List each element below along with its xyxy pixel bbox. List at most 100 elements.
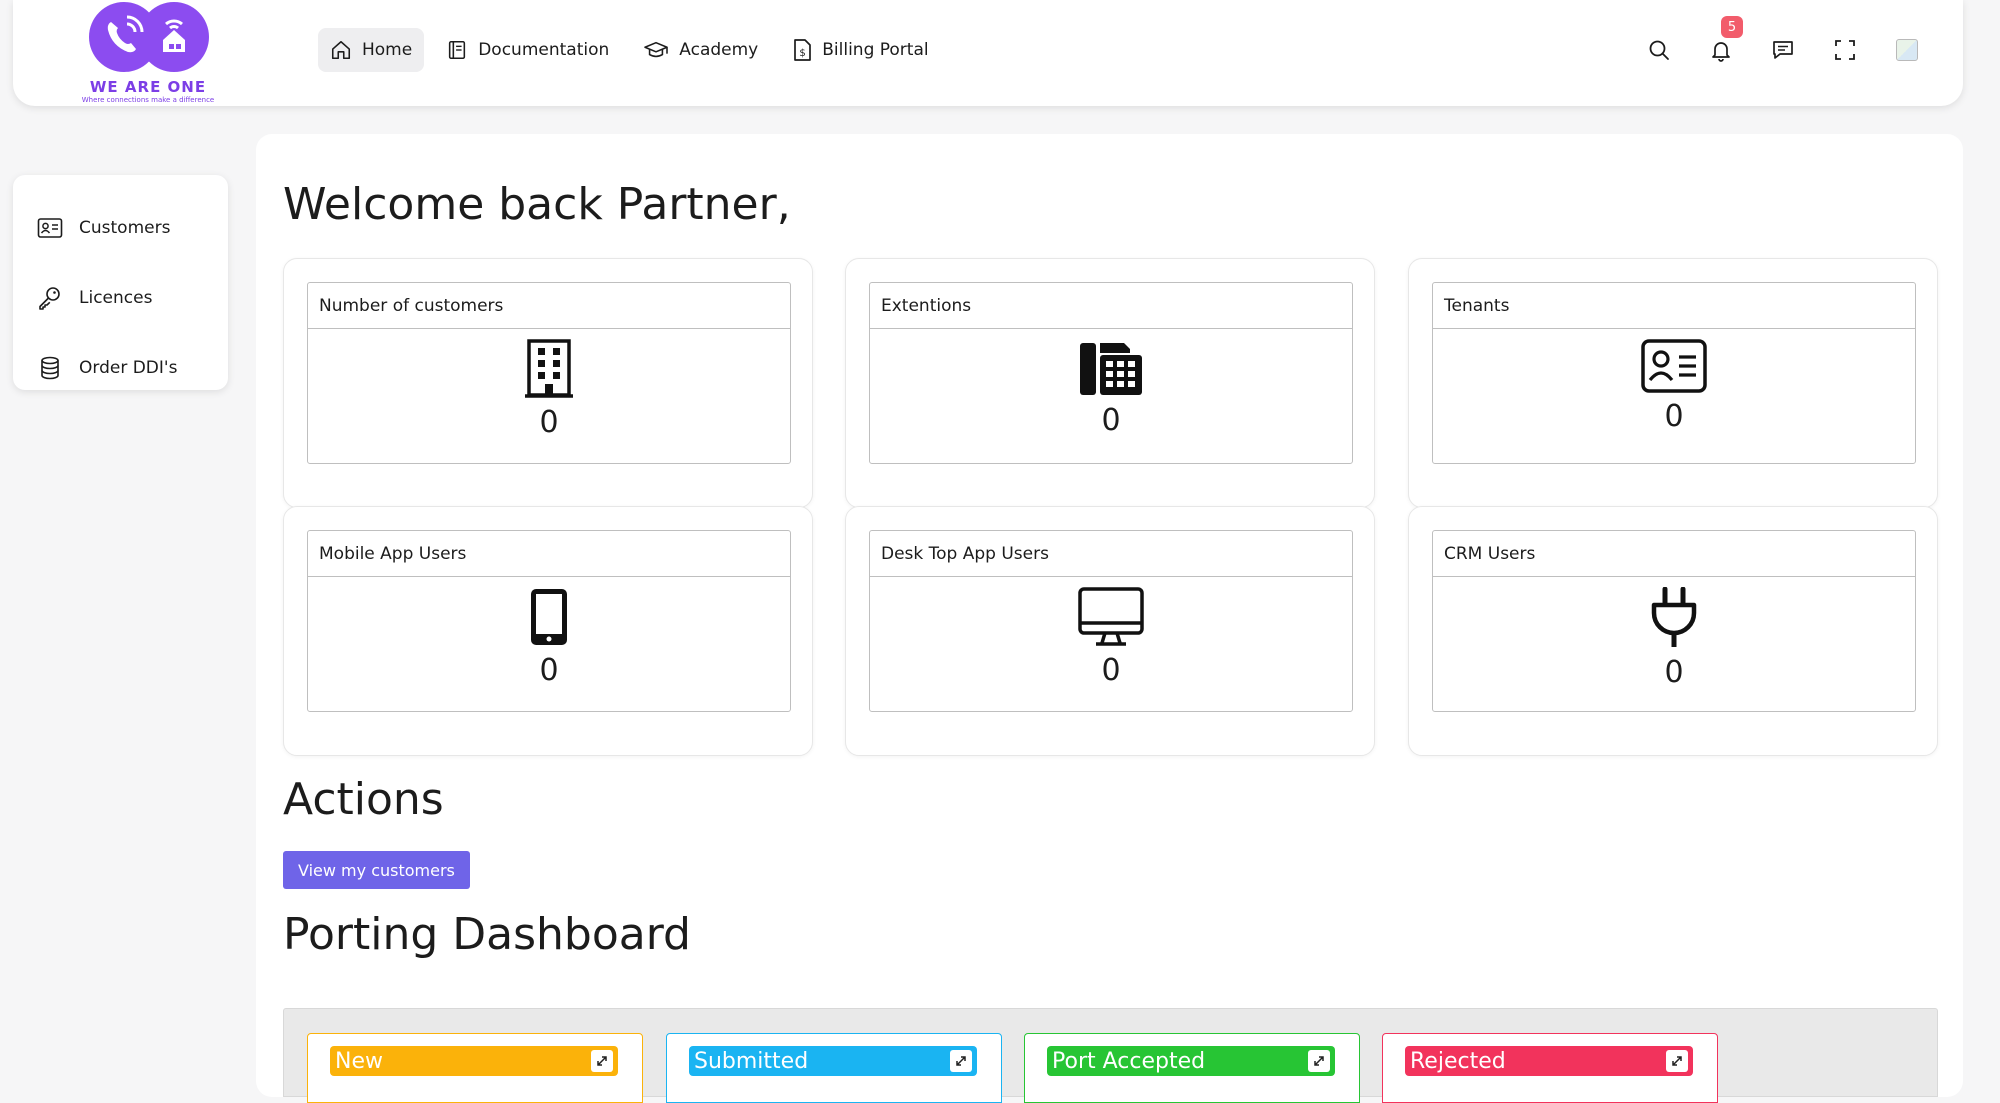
porting-column-label: Submitted (694, 1048, 809, 1074)
home-icon (331, 40, 351, 60)
expand-icon (956, 1056, 966, 1066)
expand-column-button[interactable] (1308, 1050, 1330, 1072)
stat-card-mobile-app-users: Mobile App Users 0 (283, 506, 813, 756)
expand-column-button[interactable] (950, 1050, 972, 1072)
stat-card-inner: Desk Top App Users 0 (869, 530, 1353, 712)
messages-button[interactable] (1767, 30, 1799, 70)
view-my-customers-button[interactable]: View my customers (283, 851, 470, 889)
sidebar-item-customers[interactable]: Customers (13, 193, 228, 263)
desktop-icon (1078, 587, 1144, 646)
porting-column-label: Port Accepted (1052, 1048, 1206, 1074)
porting-column-new: New (307, 1033, 643, 1103)
stat-card-desktop-app-users: Desk Top App Users 0 (845, 506, 1375, 756)
stat-card-value: 0 (539, 653, 559, 688)
sidebar-item-label: Customers (79, 218, 171, 238)
svg-text:$: $ (800, 48, 806, 59)
search-icon (1649, 40, 1669, 60)
chat-icon (1773, 41, 1793, 59)
page-title: Welcome back Partner, (283, 179, 791, 230)
porting-board: New Submitted Port Accepted Rejected (283, 1008, 1938, 1103)
stat-card-crm-users: CRM Users 0 (1408, 506, 1938, 756)
database-icon (41, 356, 59, 380)
expand-icon (597, 1056, 607, 1066)
porting-column-label: New (335, 1048, 383, 1074)
stat-card-body: 0 (308, 329, 790, 440)
expand-icon (1314, 1056, 1324, 1066)
actions-title: Actions (283, 774, 444, 825)
stat-card-title: Tenants (1433, 283, 1915, 329)
nav-documentation-label: Documentation (478, 40, 610, 60)
porting-column-submitted: Submitted (666, 1033, 1002, 1103)
phone-icon (531, 589, 567, 645)
sidebar-item-label: Order DDI's (79, 358, 178, 378)
user-avatar-button[interactable] (1891, 30, 1923, 70)
brand-name: WE ARE ONE (89, 78, 207, 96)
porting-column-header: Rejected (1405, 1046, 1693, 1076)
stat-card-inner: Mobile App Users 0 (307, 530, 791, 712)
avatar (1896, 39, 1918, 61)
stat-card-value: 0 (539, 405, 559, 440)
fullscreen-button[interactable] (1829, 30, 1861, 70)
book-icon (449, 40, 466, 60)
stat-card-body: 0 (1433, 329, 1915, 434)
fax-icon (1080, 343, 1142, 395)
building-icon (525, 339, 573, 398)
sidebar-item-licences[interactable]: Licences (13, 263, 228, 333)
stat-card-inner: Number of customers 0 (307, 282, 791, 464)
stat-card-title: Number of customers (308, 283, 790, 329)
stat-card-body: 0 (1433, 577, 1915, 690)
id-card-icon (1641, 339, 1707, 393)
stat-card-value: 0 (1101, 653, 1121, 688)
expand-icon (1672, 1056, 1682, 1066)
main-content: Welcome back Partner, Number of customer… (256, 134, 1963, 1103)
search-button[interactable] (1643, 30, 1675, 70)
porting-column-header: New (330, 1046, 618, 1076)
sidebar-item-order-ddis[interactable]: Order DDI's (13, 333, 228, 403)
notifications-button[interactable]: 5 (1705, 16, 1743, 70)
nav-home-label: Home (362, 40, 413, 60)
sidebar-item-label: Licences (79, 288, 153, 308)
brand-tagline: Where connections make a difference (81, 96, 215, 104)
top-navbar: WE ARE ONE Where connections make a diff… (13, 0, 1963, 106)
stat-card-inner: Extentions 0 (869, 282, 1353, 464)
plug-icon (1651, 587, 1697, 647)
stat-card-tenants: Tenants 0 (1408, 258, 1938, 508)
stat-card-title: CRM Users (1433, 531, 1915, 577)
nav-billing-portal-label: Billing Portal (822, 40, 929, 60)
nav-documentation[interactable]: Documentation (434, 28, 621, 72)
key-icon (39, 287, 60, 310)
stat-card-body: 0 (870, 577, 1352, 688)
stat-card-inner: Tenants 0 (1432, 282, 1916, 464)
stat-card-value: 0 (1101, 403, 1121, 438)
stat-card-value: 0 (1664, 655, 1684, 690)
logo-mark (89, 2, 209, 72)
invoice-icon: $ (794, 39, 812, 61)
sidebar: Customers Licences Order DDI's (13, 175, 228, 390)
stat-card-title: Mobile App Users (308, 531, 790, 577)
id-card-icon (37, 218, 63, 238)
stat-card-inner: CRM Users 0 (1432, 530, 1916, 712)
porting-column-rejected: Rejected (1382, 1033, 1718, 1103)
notifications-badge: 5 (1721, 16, 1743, 38)
porting-column-label: Rejected (1410, 1048, 1506, 1074)
porting-dashboard-title: Porting Dashboard (283, 909, 691, 960)
porting-column-header: Submitted (689, 1046, 977, 1076)
fullscreen-icon (1835, 40, 1855, 60)
expand-column-button[interactable] (591, 1050, 613, 1072)
main-nav: Home Documentation Academy $ Billing Por… (318, 28, 941, 72)
stat-card-value: 0 (1664, 399, 1684, 434)
graduation-cap-icon (644, 41, 669, 58)
stat-card-customers: Number of customers 0 (283, 258, 813, 508)
brand-logo[interactable]: WE ARE ONE Where connections make a diff… (73, 0, 223, 106)
nav-right-tools: 5 (1643, 16, 1923, 70)
stat-card-body: 0 (308, 577, 790, 688)
porting-column-port-accepted: Port Accepted (1024, 1033, 1360, 1103)
nav-home[interactable]: Home (318, 28, 425, 72)
stat-card-title: Desk Top App Users (870, 531, 1352, 577)
nav-academy-label: Academy (679, 40, 759, 60)
porting-column-header: Port Accepted (1047, 1046, 1335, 1076)
nav-billing-portal[interactable]: $ Billing Portal (780, 28, 940, 72)
nav-academy[interactable]: Academy (631, 28, 770, 72)
stat-card-body: 0 (870, 329, 1352, 438)
expand-column-button[interactable] (1666, 1050, 1688, 1072)
